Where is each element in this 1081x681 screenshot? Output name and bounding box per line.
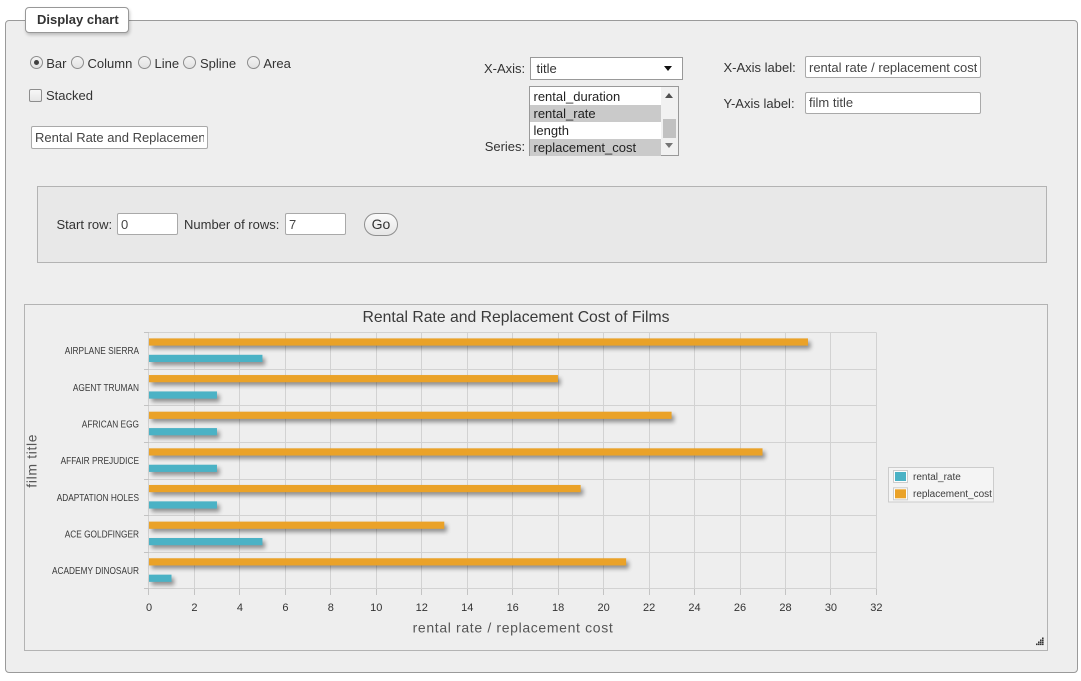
svg-text:AFFAIR PREJUDICE: AFFAIR PREJUDICE	[61, 456, 140, 467]
svg-text:18: 18	[552, 602, 564, 614]
svg-text:30: 30	[825, 602, 837, 614]
svg-text:Rental Rate and Replacement Co: Rental Rate and Replacement Cost of Film…	[363, 309, 670, 326]
svg-text:ACADEMY DINOSAUR: ACADEMY DINOSAUR	[52, 566, 139, 577]
svg-text:32: 32	[870, 602, 882, 614]
svg-text:20: 20	[597, 602, 609, 614]
svg-text:0: 0	[146, 602, 152, 614]
svg-text:2: 2	[191, 602, 197, 614]
svg-text:22: 22	[643, 602, 655, 614]
svg-text:14: 14	[461, 602, 473, 614]
svg-text:24: 24	[688, 602, 700, 614]
svg-text:10: 10	[370, 602, 382, 614]
svg-text:replacement_cost: replacement_cost	[913, 489, 992, 500]
svg-text:ACE GOLDFINGER: ACE GOLDFINGER	[65, 529, 139, 540]
svg-text:8: 8	[328, 602, 334, 614]
svg-text:16: 16	[507, 602, 519, 614]
svg-text:film title: film title	[24, 434, 40, 488]
svg-text:28: 28	[779, 602, 791, 614]
svg-text:4: 4	[237, 602, 243, 614]
svg-text:AIRPLANE SIERRA: AIRPLANE SIERRA	[65, 346, 140, 357]
svg-text:rental rate / replacement cost: rental rate / replacement cost	[413, 620, 614, 636]
svg-text:6: 6	[282, 602, 288, 614]
svg-text:rental_rate: rental_rate	[913, 472, 961, 483]
svg-text:12: 12	[416, 602, 428, 614]
svg-text:26: 26	[734, 602, 746, 614]
svg-text:ADAPTATION HOLES: ADAPTATION HOLES	[57, 493, 140, 504]
svg-text:AFRICAN EGG: AFRICAN EGG	[82, 420, 139, 431]
svg-text:AGENT TRUMAN: AGENT TRUMAN	[73, 383, 139, 394]
